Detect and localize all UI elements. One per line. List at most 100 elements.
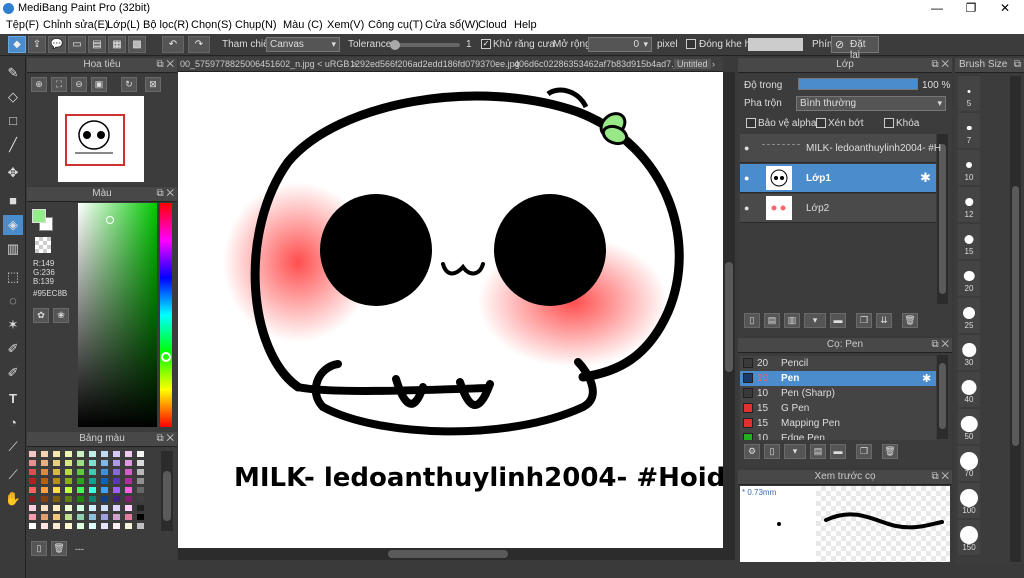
palette-swatch[interactable] [77,523,84,529]
shape-tool-icon[interactable]: □ [3,111,23,131]
palette-swatch[interactable] [29,451,36,457]
zoom-out-icon[interactable]: ⊖ [71,77,87,92]
zoom-in-icon[interactable]: ⊕ [31,77,47,92]
layer-close-icon[interactable]: ⧉ ✕ [931,58,949,72]
opacity-slider[interactable] [798,78,918,90]
palette-swatch[interactable] [77,496,84,502]
palette-swatch[interactable] [65,523,72,529]
brush-row[interactable]: 20 Pencil [740,356,936,371]
brush-scroll-thumb[interactable] [939,363,946,429]
palette-swatch[interactable] [113,496,120,502]
palette-swatch[interactable] [41,478,48,484]
brush-size-option[interactable]: 15 [958,224,980,259]
grid-page-icon[interactable]: ▦ [108,36,126,53]
palette-swatch[interactable] [53,505,60,511]
doc-tab-2[interactable]: 1292ed566f206ad2edd186fd079370ee.jpg [350,59,520,69]
add-brush-icon[interactable]: ▯ [764,444,780,459]
palette-swatch[interactable] [101,451,108,457]
palette-swatch[interactable] [41,505,48,511]
palette-swatch[interactable] [137,523,144,529]
reset-button[interactable]: ⊘ Đặt lại [831,36,879,61]
palette-swatch[interactable] [137,496,144,502]
note-icon[interactable]: ▭ [68,36,86,53]
palette-swatch[interactable] [65,451,72,457]
select-pen-icon[interactable]: ✐ [3,339,23,359]
brush-delete-icon[interactable]: 🗑 [882,444,898,459]
brush-size-option[interactable]: 40 [958,372,980,407]
brush-size-option[interactable]: 100 [958,483,980,518]
palette-swatch[interactable] [113,523,120,529]
bucket-tool-icon[interactable]: ◈ [3,215,23,235]
magic-wand-icon[interactable]: ✶ [3,315,23,335]
palette-swatch[interactable] [137,487,144,493]
palette-swatch[interactable] [65,496,72,502]
line-tool-icon[interactable]: ╱ [3,135,23,155]
palette-swatch[interactable] [41,514,48,520]
brush-size-option[interactable]: 50 [958,409,980,444]
palette-swatch[interactable] [65,460,72,466]
palette-swatch[interactable] [65,505,72,511]
palette-swatch[interactable] [29,460,36,466]
brush-size-scrollbar[interactable] [1010,76,1021,562]
palette-swatch[interactable] [89,496,96,502]
brush-copy-icon[interactable]: ❐ [856,444,872,459]
tolerance-slider[interactable] [390,40,460,50]
palette-swatch[interactable] [77,469,84,475]
palette-swatch[interactable] [125,469,132,475]
palette-add-icon[interactable]: ▯ [31,541,47,556]
palette-swatch[interactable] [113,487,120,493]
redo-icon[interactable]: ↷ [188,36,210,53]
palette-swatch[interactable] [89,514,96,520]
color-palette-icon[interactable]: ❀ [53,308,69,323]
select-rect-icon[interactable]: ⬚ [3,267,23,287]
palette-swatch[interactable] [53,451,60,457]
undo-icon[interactable]: ↶ [162,36,184,53]
layer-row-lop1[interactable]: ● Lớp1 ✱ [740,164,936,193]
palette-scrollbar[interactable] [161,451,173,531]
drawing-canvas[interactable]: MILK- ledoanthuylinh2004- #Hoidap247 [178,72,723,548]
balloon-tool-icon[interactable]: ◔ [3,413,23,433]
palette-swatch[interactable] [125,451,132,457]
palette-swatch[interactable] [41,487,48,493]
comment-icon[interactable]: 💬 [48,36,66,53]
hue-slider[interactable] [160,203,172,427]
brush-row[interactable]: 10 Pen ✱ [740,371,936,386]
new-layer-8bit-icon[interactable]: ▤ [764,313,780,328]
bucket-mode-icon[interactable]: ◆ [8,36,26,53]
layer-row-lop2[interactable]: ● Lớp2 [740,194,936,223]
palette-swatch[interactable] [41,451,48,457]
palette-swatch[interactable] [89,460,96,466]
tolerance-slider-knob[interactable] [390,40,400,50]
actual-size-icon[interactable]: ▣ [91,77,107,92]
brush-folder-icon[interactable]: ▬ [830,444,846,459]
brush-tool-icon[interactable]: ✎ [3,63,23,83]
palette-swatch[interactable] [77,514,84,520]
palette-swatch[interactable] [89,523,96,529]
palette-swatch[interactable] [125,487,132,493]
antialias-checkbox[interactable]: ✓ [481,39,491,49]
palette-swatch[interactable] [101,523,108,529]
move-tool-icon[interactable]: ✥ [3,163,23,183]
brush-size-option[interactable]: 12 [958,187,980,222]
palette-scroll-thumb[interactable] [163,471,171,521]
palette-swatch[interactable] [53,487,60,493]
canvas-vscroll-thumb[interactable] [725,262,733,372]
palette-swatch[interactable] [65,487,72,493]
palette-swatch[interactable] [101,469,108,475]
fit-icon[interactable]: ⛶ [51,77,67,92]
brush-preview-close-icon[interactable]: ⧉ ✕ [931,470,949,484]
fill-rect-tool-icon[interactable]: ■ [3,191,23,211]
palette-swatch[interactable] [29,469,36,475]
palette-swatch[interactable] [101,460,108,466]
close-button[interactable]: ✕ [988,0,1022,17]
brush-close-icon[interactable]: ⧉ ✕ [931,338,949,352]
sv-picker-cursor[interactable] [106,216,114,224]
color-wheel-icon[interactable]: ✿ [33,308,49,323]
menu-tools[interactable]: Công cụ(T) [368,19,423,31]
doc-tab-1[interactable]: 00_5759778825006451602_n.jpg < uRGB > [180,59,357,69]
brush-size-option[interactable]: 25 [958,298,980,333]
delete-layer-icon[interactable]: 🗑 [902,313,918,328]
doc-tabs-next-icon[interactable]: › [712,59,715,69]
primary-color-swatch[interactable] [32,209,46,223]
palette-swatch[interactable] [125,523,132,529]
